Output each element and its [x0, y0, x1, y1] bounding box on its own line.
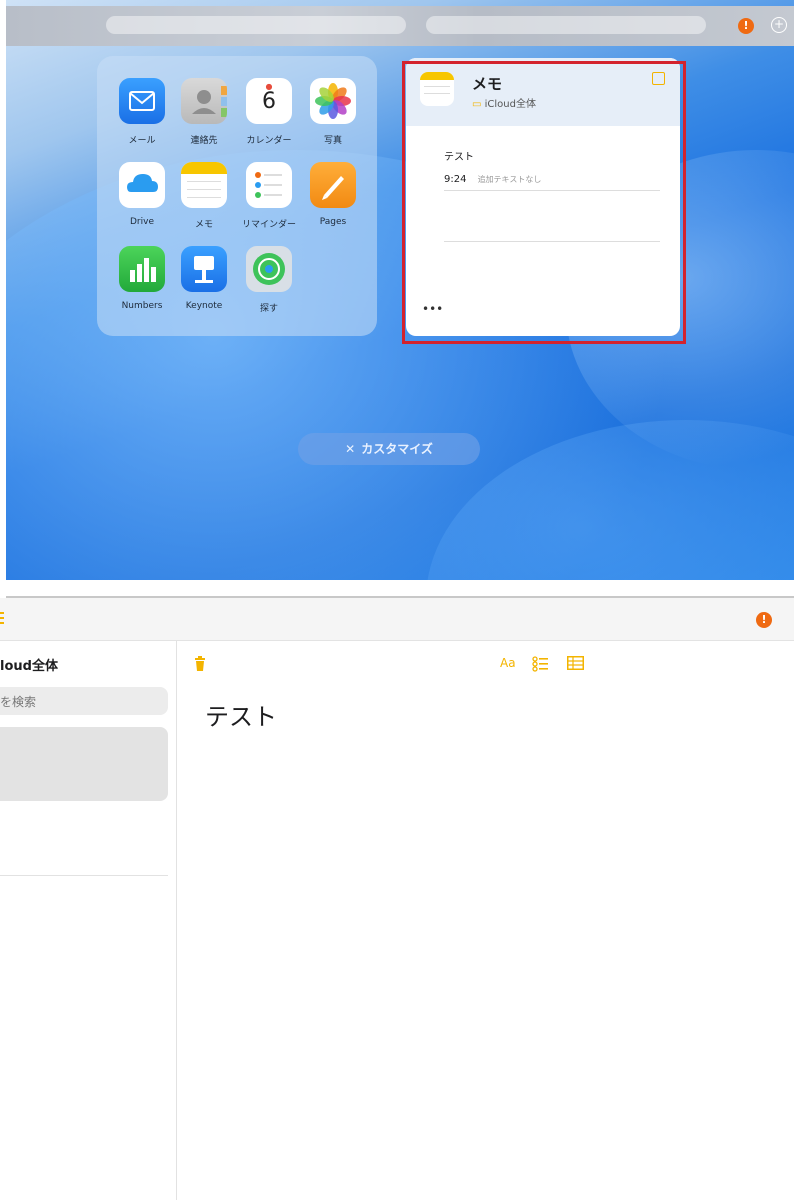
- app-drive[interactable]: Drive: [112, 162, 172, 227]
- app-label: Drive: [130, 217, 154, 227]
- customize-button[interactable]: ✕ カスタマイズ: [298, 433, 480, 465]
- search-placeholder: を検索: [0, 695, 37, 709]
- editor-area[interactable]: Aa テスト: [177, 641, 794, 1200]
- app-reminders[interactable]: リマインダー: [239, 162, 299, 230]
- notes-toolbar: !: [0, 598, 794, 641]
- app-label: 写真: [323, 136, 342, 146]
- pages-icon: [310, 162, 356, 208]
- alert-icon[interactable]: !: [756, 612, 772, 628]
- app-mail[interactable]: メール: [112, 78, 172, 146]
- note-title[interactable]: テスト: [205, 697, 277, 732]
- keynote-icon: [181, 246, 227, 292]
- app-label: Numbers: [121, 301, 163, 311]
- highlight-frame: [402, 61, 686, 344]
- top-bar: [6, 6, 794, 46]
- findmy-icon: [246, 246, 292, 292]
- note-list-item-selected[interactable]: [0, 727, 168, 801]
- app-contacts[interactable]: 連絡先: [174, 78, 234, 146]
- app-label: カレンダー: [246, 136, 292, 146]
- add-widget-icon[interactable]: +: [771, 17, 787, 33]
- photos-icon: [310, 78, 356, 124]
- app-label: Keynote: [185, 301, 223, 311]
- sidebar-toggle-icon[interactable]: [0, 612, 4, 626]
- app-numbers[interactable]: Numbers: [112, 246, 172, 311]
- format-button[interactable]: Aa: [500, 656, 516, 670]
- app-notes[interactable]: メモ: [174, 162, 234, 230]
- app-label: メモ: [194, 220, 213, 230]
- search-input[interactable]: を検索: [0, 687, 168, 715]
- calendar-day: 6: [262, 89, 276, 114]
- trash-icon[interactable]: [194, 656, 206, 672]
- alert-icon[interactable]: !: [738, 18, 754, 34]
- table-icon[interactable]: [567, 656, 584, 670]
- app-label: メール: [128, 136, 156, 146]
- app-findmy[interactable]: 探す: [239, 246, 299, 314]
- mail-icon: [119, 78, 165, 124]
- contacts-icon: [181, 78, 227, 124]
- note-list-separator: [0, 875, 168, 876]
- app-label: Pages: [319, 217, 347, 227]
- app-photos[interactable]: 写真: [303, 78, 363, 146]
- customize-icon: ✕: [345, 442, 356, 456]
- app-calendar[interactable]: ● 6 カレンダー: [239, 78, 299, 146]
- customize-label: カスタマイズ: [361, 442, 433, 456]
- numbers-icon: [119, 246, 165, 292]
- folder-title: loud全体: [0, 659, 58, 674]
- app-pages[interactable]: Pages: [303, 162, 363, 227]
- app-label: 連絡先: [190, 136, 218, 146]
- app-label: リマインダー: [241, 220, 296, 230]
- notes-app-screenshot: ! loud全体 を検索 Aa テスト: [0, 598, 800, 1200]
- notes-sidebar: loud全体 を検索: [0, 641, 177, 1200]
- checklist-icon[interactable]: [532, 656, 548, 672]
- reminders-icon: [246, 162, 292, 208]
- icloud-home-screenshot: ! + メール 連絡先 ● 6 カレンダー 写真 Drive メモ リマインダー…: [0, 0, 800, 600]
- drive-icon: [119, 162, 165, 208]
- app-keynote[interactable]: Keynote: [174, 246, 234, 311]
- calendar-icon: ● 6: [246, 78, 292, 124]
- app-label: 探す: [259, 304, 278, 314]
- notes-icon: [181, 162, 227, 208]
